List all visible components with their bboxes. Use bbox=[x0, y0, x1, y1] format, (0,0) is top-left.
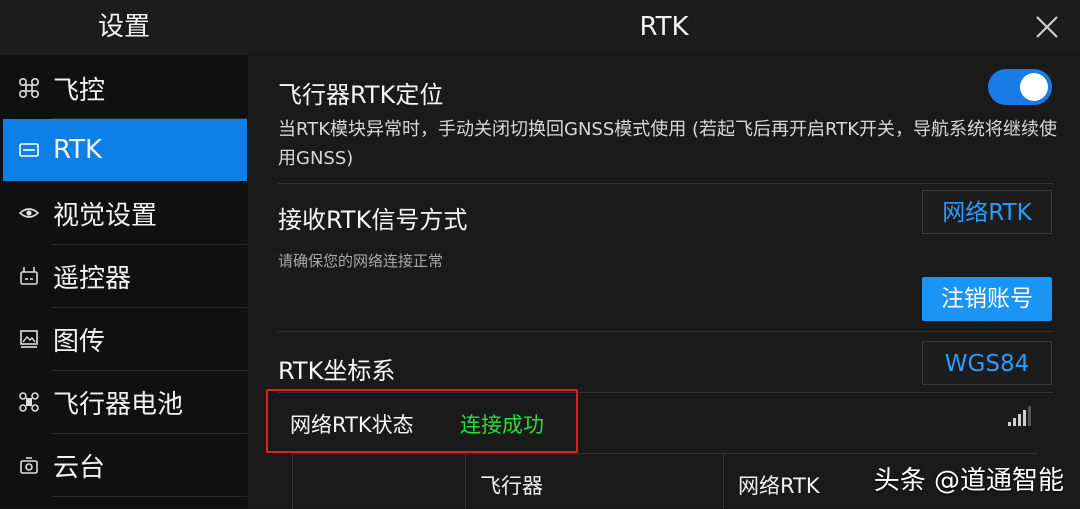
sidebar-item-label: 遥控器 bbox=[53, 263, 132, 294]
sidebar-item-label: 图传 bbox=[53, 326, 106, 357]
sidebar-item-gimbal[interactable]: 云台 bbox=[3, 434, 247, 496]
table-column-divider bbox=[723, 453, 724, 508]
divider bbox=[278, 183, 1054, 184]
sidebar: 飞控 RTK 视觉设置 遥控器 图传 飞行器电池 云台 bbox=[0, 55, 248, 508]
sidebar-item-image-transmission[interactable]: 图传 bbox=[3, 308, 247, 370]
divider bbox=[278, 331, 1054, 332]
sidebar-item-label: 飞行器电池 bbox=[53, 389, 184, 420]
table-column-divider bbox=[465, 453, 466, 508]
image-transmission-icon bbox=[15, 325, 43, 353]
sidebar-item-vision-settings[interactable]: 视觉设置 bbox=[3, 182, 247, 244]
top-bar: 设置 RTK bbox=[0, 0, 1080, 55]
table-header-network-rtk: 网络RTK bbox=[738, 474, 820, 498]
signal-method-select[interactable]: 网络RTK bbox=[922, 190, 1052, 234]
rtk-icon bbox=[15, 136, 43, 164]
signal-method-title: 接收RTK信号方式 bbox=[278, 206, 468, 234]
coordinate-system-title: RTK坐标系 bbox=[278, 357, 396, 385]
rtk-positioning-description: 当RTK模块异常时，手动关闭切换回GNSS模式使用 (若起飞后再开启RTK开关，… bbox=[278, 119, 1057, 169]
gimbal-camera-icon bbox=[15, 451, 43, 479]
sidebar-item-flight-control[interactable]: 飞控 bbox=[3, 57, 247, 119]
coordinate-system-select[interactable]: WGS84 bbox=[922, 341, 1052, 385]
table-header-aircraft: 飞行器 bbox=[480, 474, 543, 498]
toggle-knob bbox=[1020, 73, 1048, 101]
settings-title: 设置 bbox=[97, 12, 150, 42]
logout-account-button[interactable]: 注销账号 bbox=[922, 277, 1052, 321]
sidebar-divider bbox=[52, 496, 247, 497]
watermark: 头条 @道通智能 bbox=[873, 466, 1064, 496]
sidebar-item-label: 飞控 bbox=[53, 75, 106, 106]
network-rtk-status-value: 连接成功 bbox=[460, 413, 544, 437]
sidebar-item-label: 视觉设置 bbox=[53, 200, 158, 231]
sidebar-item-rtk[interactable]: RTK bbox=[3, 119, 247, 181]
close-icon bbox=[1036, 16, 1058, 38]
sidebar-item-label: 云台 bbox=[53, 452, 106, 483]
sidebar-item-remote-controller[interactable]: 遥控器 bbox=[3, 245, 247, 307]
signal-strength-icon bbox=[1008, 406, 1031, 426]
aircraft-battery-icon bbox=[15, 388, 43, 416]
eye-icon bbox=[15, 199, 43, 227]
network-rtk-status-label: 网络RTK状态 bbox=[290, 413, 414, 437]
page-title: RTK bbox=[639, 12, 689, 42]
close-button[interactable] bbox=[1032, 12, 1062, 42]
remote-controller-icon bbox=[15, 262, 43, 290]
network-hint: 请确保您的网络连接正常 bbox=[278, 252, 444, 270]
sidebar-item-aircraft-battery[interactable]: 飞行器电池 bbox=[3, 371, 247, 433]
drone-icon bbox=[15, 74, 43, 102]
rtk-positioning-title: 飞行器RTK定位 bbox=[278, 81, 444, 109]
rtk-positioning-toggle[interactable] bbox=[988, 69, 1052, 105]
sidebar-item-label: RTK bbox=[53, 135, 103, 165]
